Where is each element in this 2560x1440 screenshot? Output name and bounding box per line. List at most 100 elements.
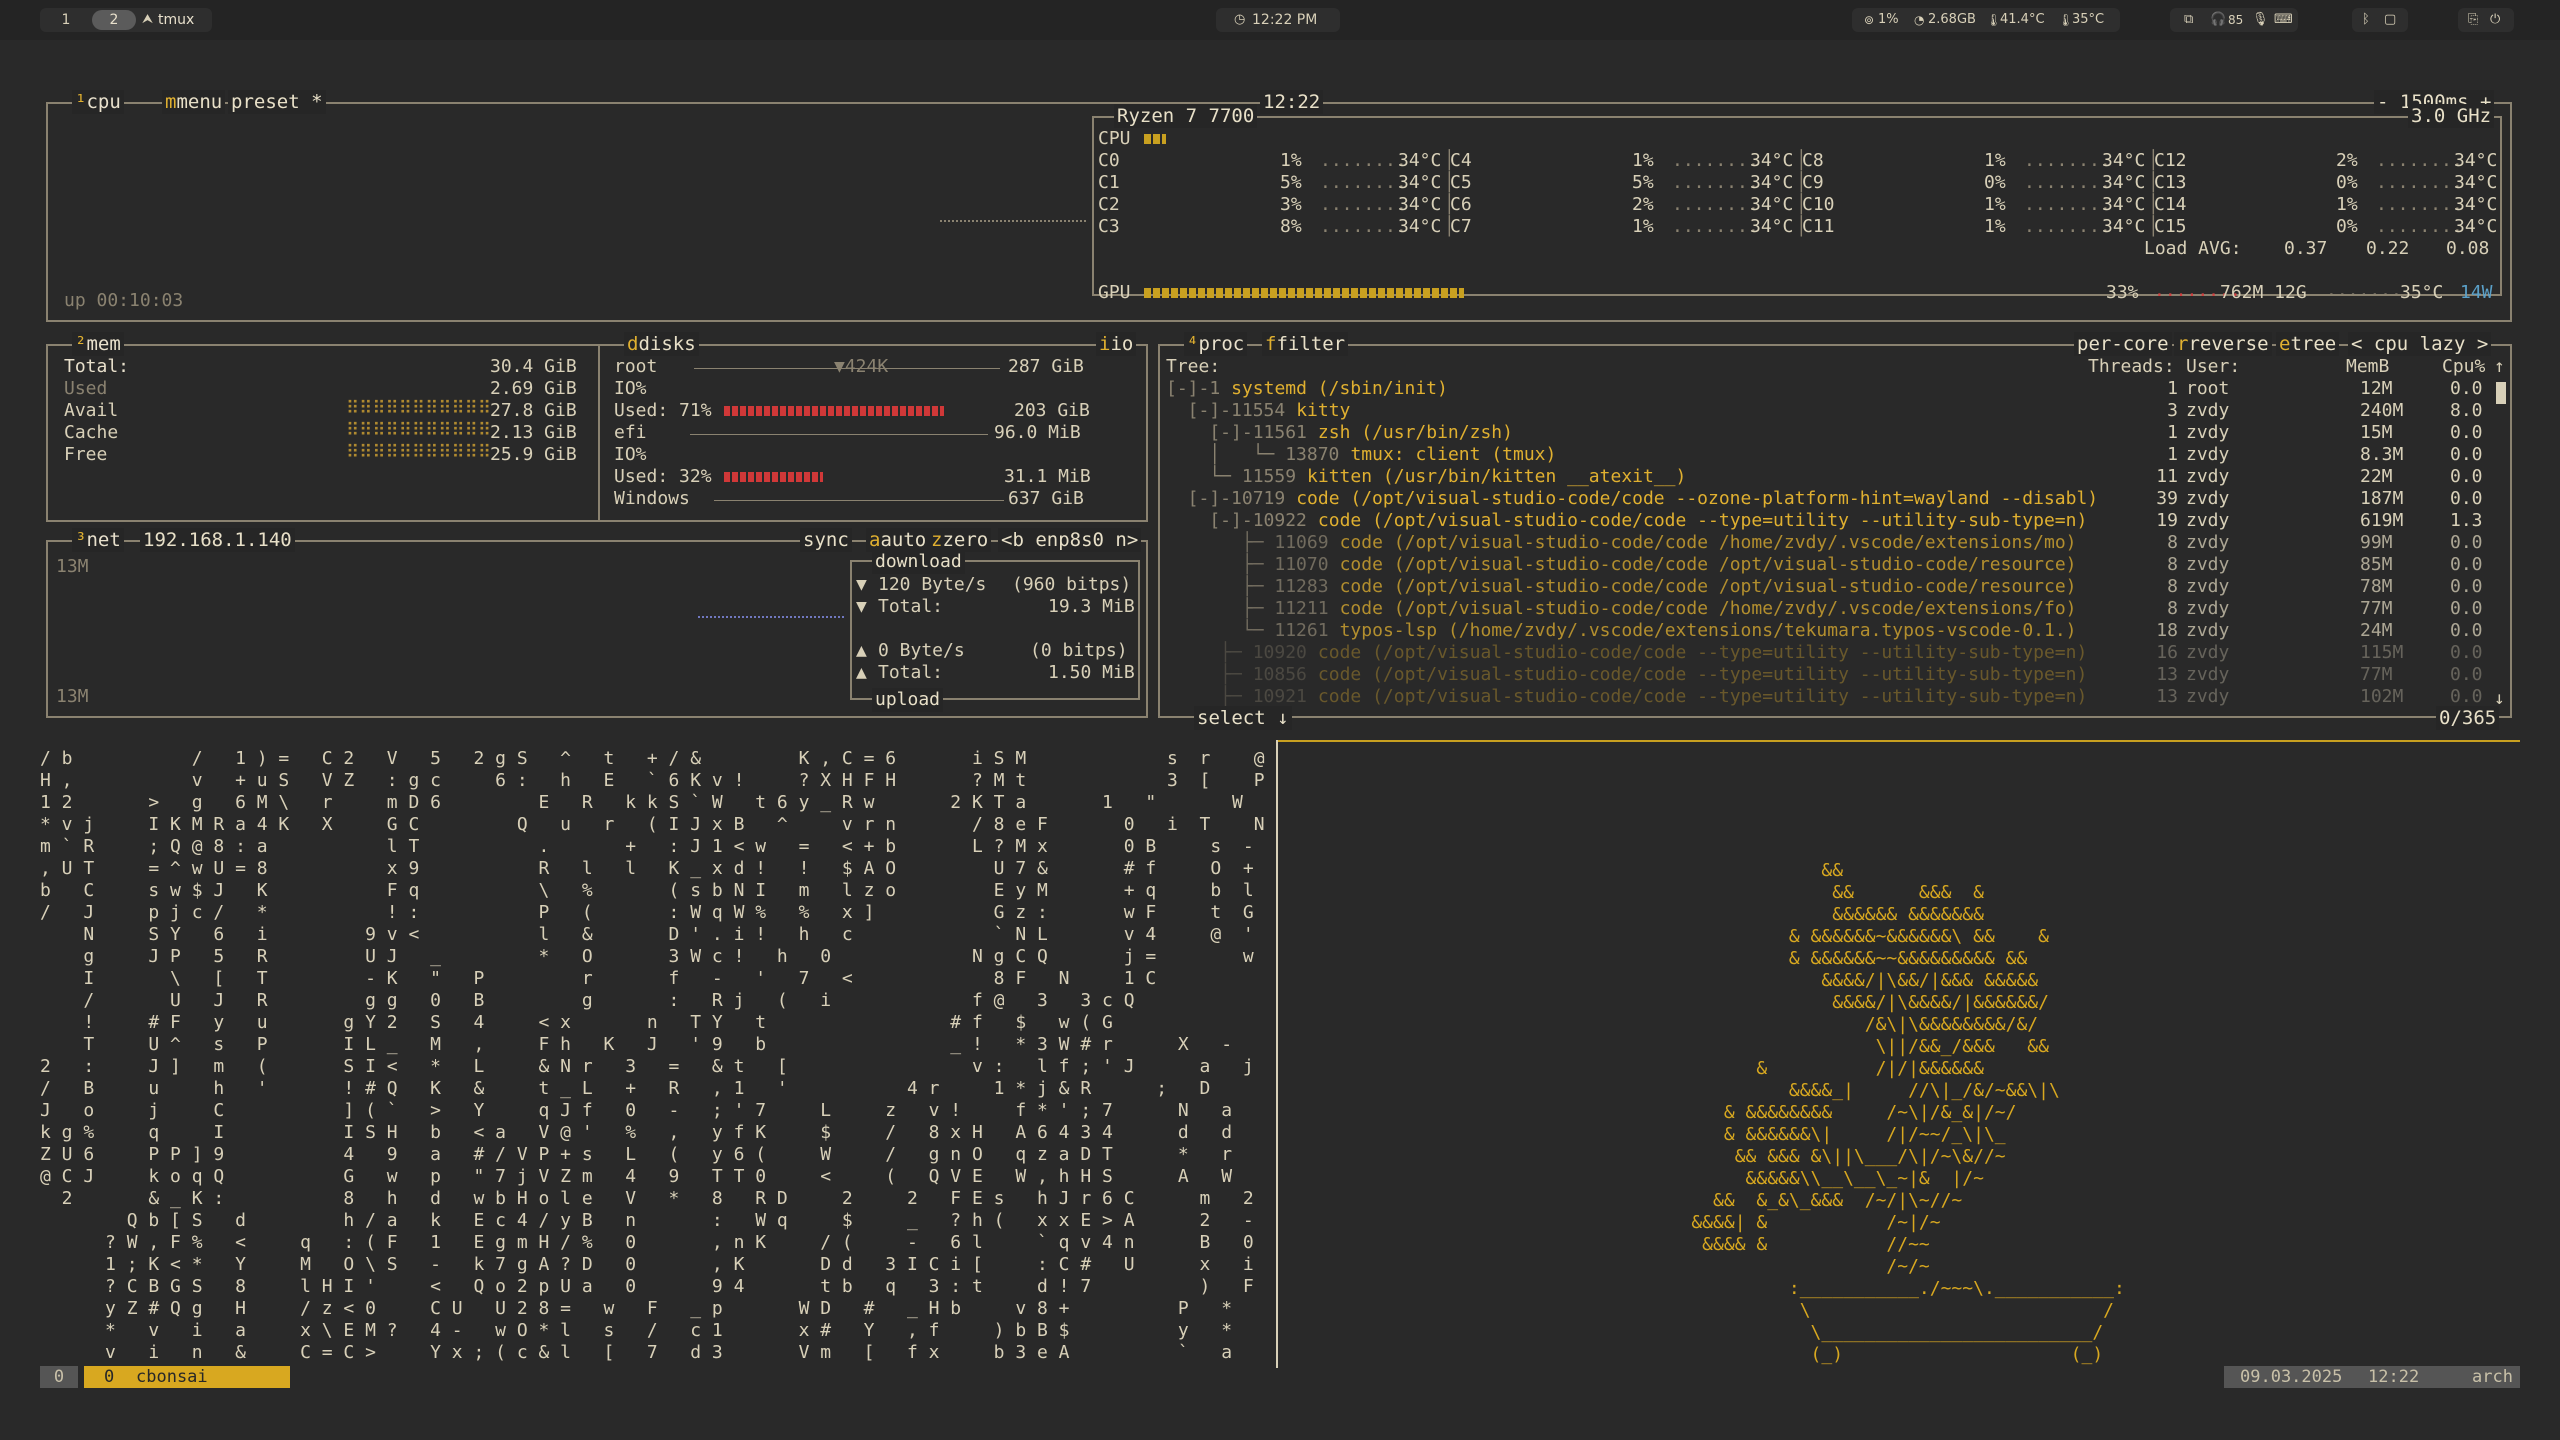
- process-cpu: 0.0: [2450, 466, 2483, 487]
- clock-pill[interactable]: ◷ 12:22 PM: [1216, 8, 1340, 32]
- microphone-icon[interactable]: 🎙: [2252, 8, 2269, 32]
- process-command: systemd (/sbin/init): [1231, 378, 1448, 399]
- core-temp: 34°C: [2102, 150, 2146, 171]
- proc-scrollbar[interactable]: [2496, 382, 2506, 404]
- process-user: zvdy: [2186, 510, 2230, 531]
- process-threads: 8: [2167, 576, 2178, 597]
- up-bits: (0 bitps): [1030, 640, 1128, 661]
- cpu-usage: 1%: [1878, 12, 1899, 27]
- interface-switcher[interactable]: <b enp8s0 n>: [998, 528, 1142, 552]
- net-header[interactable]: ³net: [72, 528, 124, 552]
- screen-icon[interactable]: ⧉: [2184, 8, 2193, 32]
- window-icon[interactable]: ▢: [2384, 8, 2396, 32]
- headphones-icon[interactable]: 🎧: [2210, 8, 2226, 32]
- disks-header[interactable]: ddisks: [624, 332, 699, 356]
- power-icon[interactable]: ⏻: [2490, 8, 2500, 32]
- cbonsai-tree[interactable]: && && &&& & &&&&&& &&&&&&& & &&&&&&~&&&&…: [1648, 860, 2124, 1366]
- tmux-status-bar: 0 0 cbonsai 09.03.2025 12:22 arch: [40, 1366, 2520, 1390]
- process-tree: ├─ 11070: [1166, 554, 1340, 575]
- memory-usage: 2.68GB: [1928, 12, 1976, 27]
- process-user: zvdy: [2186, 642, 2230, 663]
- core-temp: 34°C: [2454, 150, 2498, 171]
- window-tab[interactable]: 0 cbonsai: [84, 1366, 290, 1388]
- disk-efi-used: 31.1 MiB: [1004, 466, 1091, 487]
- tray-pill: ⧉ 🎧 85 🎙 ⌨: [2170, 8, 2298, 32]
- disk-root-io-label: IO%: [614, 378, 647, 399]
- auto-toggle[interactable]: aauto: [866, 528, 930, 552]
- process-threads: 18: [2156, 620, 2178, 641]
- core-pct: 0%: [1984, 172, 2006, 193]
- core-graph: ........: [1672, 172, 1759, 193]
- process-cpu: 0.0: [2450, 664, 2483, 685]
- core-temp: 34°C: [1750, 150, 1794, 171]
- process-tree: │ └─ 13870: [1166, 444, 1351, 465]
- mem-panel: ²mem Total: 30.4 GiB Used 2.69 GiB Avail 27.8…: [46, 332, 1148, 522]
- process-cpu: 0.0: [2450, 444, 2483, 465]
- process-mem: 102M: [2360, 686, 2404, 707]
- gpu-mem-graph: .......: [2326, 280, 2402, 301]
- workspace-2-button[interactable]: 2: [92, 10, 136, 30]
- core-pct: 5%: [1280, 172, 1302, 193]
- core-temp: 34°C: [2454, 172, 2498, 193]
- download-label: download: [872, 550, 965, 574]
- col-threads: Threads:: [2088, 356, 2175, 377]
- filter-button[interactable]: ffilter: [1262, 332, 1349, 356]
- thermometer-icon: 🌡: [1986, 13, 2002, 27]
- process-mem: 240M: [2360, 400, 2404, 421]
- process-mem: 77M: [2360, 664, 2393, 685]
- keyboard-icon[interactable]: ⌨: [2274, 8, 2293, 32]
- process-cpu: 0.0: [2450, 620, 2483, 641]
- core-temp: 34°C: [2454, 216, 2498, 237]
- process-tree: └─ 11261: [1166, 620, 1340, 641]
- process-command: kitten (/usr/bin/kitten __atexit__): [1307, 466, 1687, 487]
- net-panel: ³net 192.168.1.140 sync aauto zzero <b e…: [46, 528, 1148, 718]
- system-stats-pill[interactable]: ⊚ 1% ◔ 2.68GB 🌡 41.4°C 🌡 35°C: [1852, 8, 2120, 32]
- mem-disks-divider: [598, 346, 600, 522]
- clipboard-icon[interactable]: ⎘: [2468, 8, 2478, 32]
- core-graph: ........: [1672, 150, 1759, 171]
- matrix-rain-pane[interactable]: / b / 1 ) = C 2 V 5 2 g S ^ t + / & K , …: [40, 748, 1270, 1368]
- process-user: zvdy: [2186, 598, 2230, 619]
- io-toggle[interactable]: iio: [1096, 332, 1137, 356]
- sort-selector[interactable]: < cpu lazy >: [2348, 332, 2492, 356]
- status-date: 09.03.2025: [2240, 1367, 2343, 1387]
- up-total-label: Total:: [878, 662, 944, 683]
- proc-header[interactable]: ⁴proc: [1184, 332, 1248, 356]
- core-name: C6: [1450, 194, 1472, 215]
- net-stats-box: download ▼ 120 Byte/s (960 bitps) ▼ Tota…: [850, 550, 1140, 712]
- session-index[interactable]: 0: [40, 1366, 78, 1388]
- core-temp: 34°C: [2102, 216, 2146, 237]
- uptime: up 00:10:03: [64, 290, 184, 311]
- down-arrow-icon: ▼: [856, 596, 867, 617]
- process-command: typos-lsp (/home/zvdy/.vscode/extensions…: [1339, 620, 2077, 641]
- disk-root-used: 203 GiB: [1014, 400, 1090, 421]
- core-pct: 3%: [1280, 194, 1302, 215]
- menu-button[interactable]: mmenu: [162, 90, 226, 114]
- scroll-up-icon[interactable]: ↑: [2494, 356, 2505, 378]
- process-tree: [-]-11554: [1166, 400, 1297, 421]
- process-tree: [-]-1: [1166, 378, 1232, 399]
- core-pct: 5%: [1632, 172, 1654, 193]
- bluetooth-icon[interactable]: ᛒ: [2362, 8, 2370, 32]
- select-button[interactable]: select ↓: [1194, 706, 1292, 730]
- gpu-temp: 35°C: [2400, 282, 2444, 303]
- core-name: C15: [2154, 216, 2187, 237]
- per-core-toggle[interactable]: per-core: [2074, 332, 2172, 356]
- process-cpu: 0.0: [2450, 488, 2483, 509]
- process-mem: 99M: [2360, 532, 2393, 553]
- preset-button[interactable]: preset *: [228, 90, 326, 114]
- core-pct: 1%: [1632, 150, 1654, 171]
- core-name: C9: [1802, 172, 1824, 193]
- process-mem: 77M: [2360, 598, 2393, 619]
- cpu-graph: [940, 216, 1086, 222]
- core-graph: ........: [1320, 194, 1407, 215]
- zero-toggle[interactable]: zzero: [928, 528, 992, 552]
- core-graph: ........: [2024, 150, 2111, 171]
- sync-toggle[interactable]: sync: [800, 528, 852, 552]
- core-temp: 34°C: [1398, 216, 1442, 237]
- reverse-toggle[interactable]: rreverse: [2174, 332, 2272, 356]
- cpu-header[interactable]: ¹cpu: [72, 90, 124, 114]
- mem-header[interactable]: ²mem: [72, 332, 124, 356]
- workspace-1-button[interactable]: 1: [44, 10, 88, 30]
- tree-toggle[interactable]: etree: [2276, 332, 2340, 356]
